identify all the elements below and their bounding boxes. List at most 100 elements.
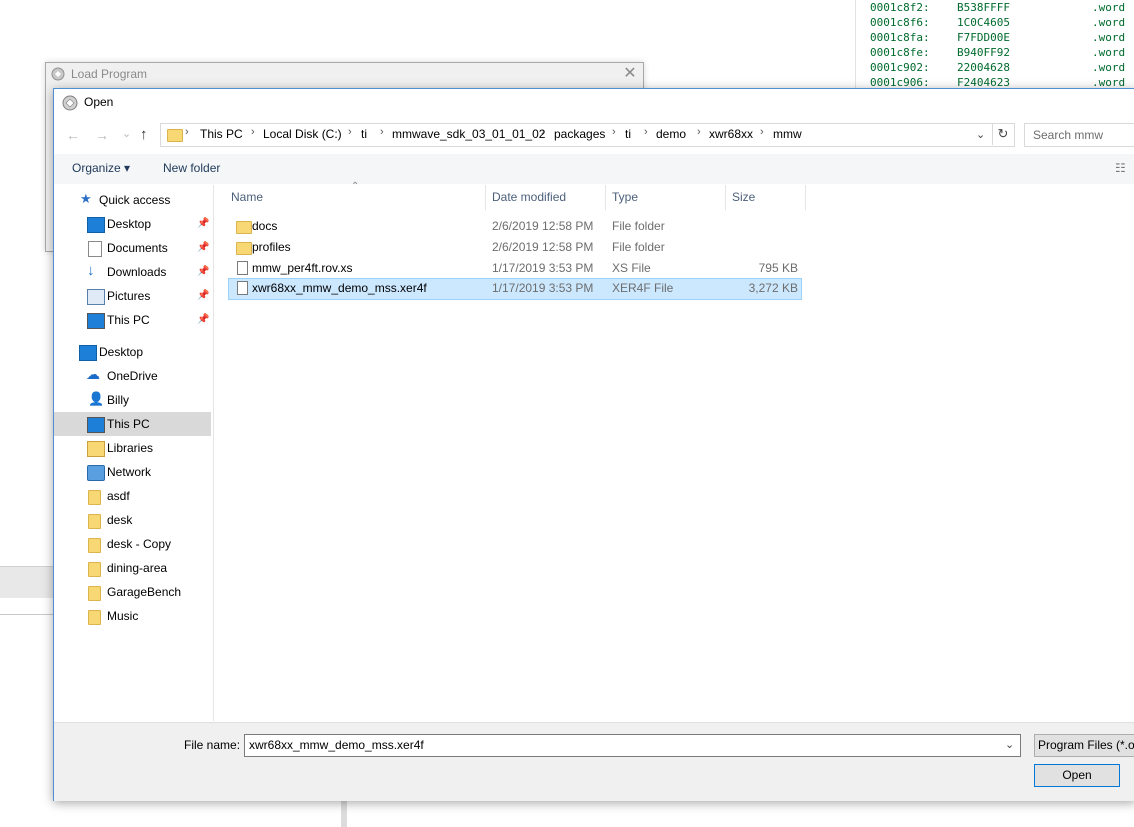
- breadcrumb-local-disk[interactable]: Local Disk (C:): [263, 127, 342, 141]
- sidebar-item-onedrive[interactable]: ☁ OneDrive: [54, 364, 211, 388]
- download-icon: ↓: [87, 262, 95, 279]
- new-folder-button[interactable]: New folder: [163, 161, 220, 175]
- network-icon: [87, 465, 105, 481]
- sidebar-item-pictures[interactable]: Pictures 📌: [54, 284, 211, 308]
- chevron-down-icon[interactable]: ⌄: [1005, 738, 1014, 751]
- disasm-row: 0001c8fa: F7FDD00E .word: [856, 30, 1134, 45]
- sidebar-item-documents[interactable]: Documents 📌: [54, 236, 211, 260]
- breadcrumb-packages[interactable]: packages: [554, 127, 605, 141]
- folder-icon: [167, 129, 183, 142]
- breadcrumb-separator: ›: [185, 126, 189, 138]
- refresh-button[interactable]: ↻: [992, 123, 1013, 145]
- sidebar-item-dining-area[interactable]: dining-area: [54, 556, 211, 580]
- folder-icon: [88, 514, 101, 529]
- view-options-icon[interactable]: ☷: [1115, 161, 1126, 175]
- sidebar-item-this-pc-quick[interactable]: This PC 📌: [54, 308, 211, 332]
- pc-icon: [87, 313, 105, 329]
- close-icon[interactable]: ✕: [620, 64, 640, 84]
- file-name-field[interactable]: xwr68xx_mmw_demo_mss.xer4f ⌄: [244, 734, 1021, 757]
- navigation-pane: ★ Quick access Desktop 📌 Documents 📌 ↓ D…: [54, 185, 213, 721]
- column-header-name[interactable]: Name: [231, 190, 263, 204]
- sidebar-item-desktop[interactable]: Desktop 📌: [54, 212, 211, 236]
- breadcrumb-separator: ›: [380, 126, 384, 138]
- back-button[interactable]: ←: [66, 127, 80, 143]
- file-name-label: File name:: [184, 738, 241, 752]
- folder-icon: [88, 538, 101, 553]
- sidebar-item-billy[interactable]: 👤 Billy: [54, 388, 211, 412]
- search-placeholder: Search mmw: [1033, 128, 1104, 142]
- disasm-address: 0001c902:: [870, 61, 930, 74]
- cloud-icon: ☁: [86, 366, 100, 382]
- sidebar-item-label: desk: [107, 513, 133, 527]
- breadcrumb-this-pc[interactable]: This PC: [200, 127, 243, 141]
- pane-divider[interactable]: [213, 185, 214, 721]
- file-icon: [237, 281, 248, 295]
- desktop-icon: [79, 345, 97, 361]
- disasm-row: 0001c902: 22004628 .word: [856, 60, 1134, 75]
- disasm-op: .word: [1092, 46, 1126, 59]
- column-divider[interactable]: [725, 185, 726, 210]
- sidebar-item-asdf[interactable]: asdf: [54, 484, 211, 508]
- breadcrumb-ti[interactable]: ti: [361, 127, 367, 141]
- file-row[interactable]: profiles 2/6/2019 12:58 PM File folder: [228, 237, 802, 257]
- search-input[interactable]: Search mmw: [1024, 123, 1134, 147]
- disasm-address: 0001c8fe:: [870, 46, 930, 59]
- open-button[interactable]: Open: [1034, 764, 1120, 787]
- sidebar-item-garagebench[interactable]: GarageBench: [54, 580, 211, 604]
- disasm-row: 0001c8f2: B538FFFF .word: [856, 0, 1134, 15]
- breadcrumb-mmw[interactable]: mmw: [773, 127, 802, 141]
- recent-locations-button[interactable]: ⌄: [122, 127, 131, 140]
- chevron-down-icon[interactable]: ⌄: [976, 128, 985, 141]
- file-row[interactable]: mmw_per4ft.rov.xs 1/17/2019 3:53 PM XS F…: [228, 258, 802, 278]
- organize-menu[interactable]: Organize ▾: [72, 161, 130, 175]
- sidebar-item-network[interactable]: Network: [54, 460, 211, 484]
- column-header-date[interactable]: Date modified: [492, 190, 566, 204]
- sidebar-item-label: Documents: [107, 241, 168, 255]
- breadcrumb-sdk[interactable]: mmwave_sdk_03_01_01_02: [392, 127, 545, 141]
- sidebar-item-desk-copy[interactable]: desk - Copy: [54, 532, 211, 556]
- up-button[interactable]: ↑: [140, 126, 148, 143]
- disasm-address: 0001c8fa:: [870, 31, 930, 44]
- sidebar-item-quick-access[interactable]: ★ Quick access: [54, 188, 211, 212]
- sidebar-item-desk[interactable]: desk: [54, 508, 211, 532]
- sidebar-item-this-pc[interactable]: This PC: [54, 412, 211, 436]
- column-divider[interactable]: [485, 185, 486, 210]
- sidebar-item-music[interactable]: Music: [54, 604, 211, 628]
- breadcrumb-ti-2[interactable]: ti: [625, 127, 631, 141]
- sidebar-item-libraries[interactable]: Libraries: [54, 436, 211, 460]
- disasm-hex: B538FFFF: [957, 1, 1010, 14]
- file-row[interactable]: docs 2/6/2019 12:58 PM File folder: [228, 216, 802, 236]
- breadcrumb-xwr68xx[interactable]: xwr68xx: [709, 127, 753, 141]
- file-row-selected[interactable]: xwr68xx_mmw_demo_mss.xer4f 1/17/2019 3:5…: [228, 278, 802, 300]
- sidebar-item-label: dining-area: [107, 561, 168, 575]
- address-bar[interactable]: › This PC › Local Disk (C:) › ti › mmwav…: [160, 123, 1015, 147]
- sidebar-item-downloads[interactable]: ↓ Downloads 📌: [54, 260, 211, 284]
- file-date: 2/6/2019 12:58 PM: [492, 240, 594, 254]
- folder-icon: [88, 490, 101, 505]
- disasm-hex: 22004628: [957, 61, 1010, 74]
- sidebar-item-label: OneDrive: [107, 369, 158, 383]
- sidebar-item-desktop-root[interactable]: Desktop: [54, 340, 211, 364]
- column-header-type[interactable]: Type: [612, 190, 638, 204]
- sidebar-item-label: Desktop: [107, 217, 152, 231]
- pictures-icon: [87, 289, 105, 305]
- dialog-footer: File name: xwr68xx_mmw_demo_mss.xer4f ⌄ …: [54, 722, 1134, 801]
- column-divider[interactable]: [805, 185, 806, 210]
- file-icon: [237, 261, 248, 275]
- breadcrumb-demo[interactable]: demo: [656, 127, 686, 141]
- breadcrumb-separator: ›: [697, 126, 701, 138]
- disasm-row: 0001c8fe: B940FF92 .word: [856, 45, 1134, 60]
- file-type: File folder: [612, 240, 665, 254]
- file-name: docs: [252, 219, 278, 233]
- folder-icon: [88, 586, 101, 601]
- sidebar-item-label: Billy: [107, 393, 130, 407]
- column-header-size[interactable]: Size: [732, 190, 755, 204]
- file-type-filter-value: Program Files (*.out: [1038, 738, 1134, 752]
- column-divider[interactable]: [605, 185, 606, 210]
- forward-button[interactable]: →: [95, 127, 109, 143]
- libraries-icon: [87, 441, 105, 457]
- file-type-filter[interactable]: Program Files (*.out: [1034, 734, 1134, 757]
- sort-ascending-icon: ⌃: [351, 181, 360, 192]
- sidebar-item-label: Network: [107, 465, 152, 479]
- sidebar-item-label: Desktop: [99, 345, 144, 359]
